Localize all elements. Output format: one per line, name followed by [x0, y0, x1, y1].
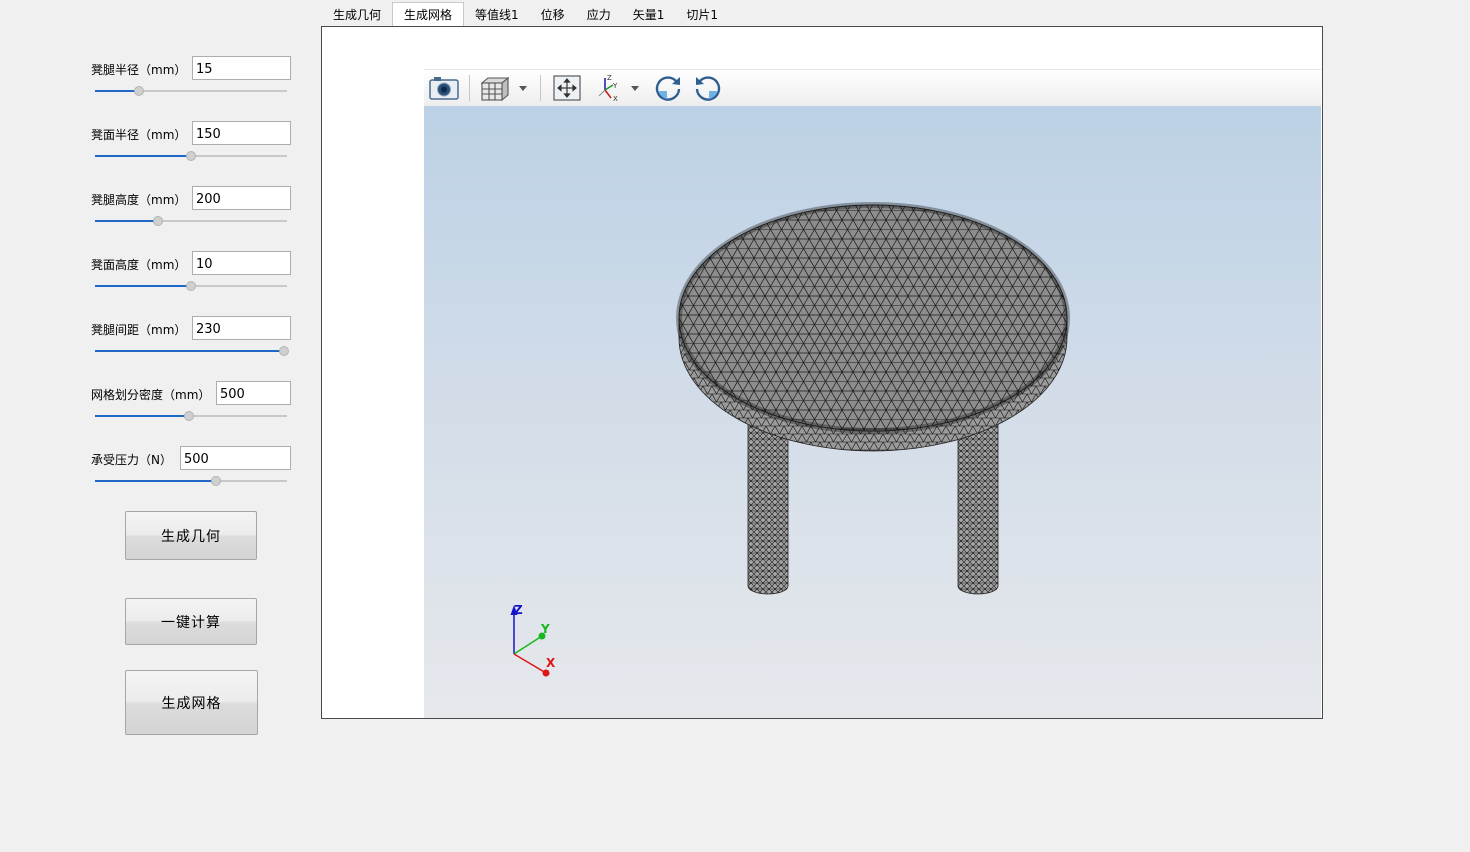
- viewer-toolbar: Z Y X: [424, 69, 1321, 107]
- param-label-mesh-density: 网格划分密度（mm）: [91, 388, 211, 402]
- stool-seat-top: [676, 202, 1070, 434]
- tab-displacement[interactable]: 位移: [530, 3, 576, 27]
- one-click-compute-button[interactable]: 一键计算: [125, 598, 257, 645]
- svg-text:X: X: [613, 95, 618, 103]
- param-label-seat-height: 凳面高度（mm）: [91, 258, 187, 272]
- leg-spacing-input[interactable]: [192, 316, 291, 340]
- leg-height-input[interactable]: [192, 186, 291, 210]
- axis-z-label: Z: [514, 603, 523, 617]
- generate-geometry-button[interactable]: 生成几何: [125, 511, 257, 560]
- param-label-leg-spacing: 凳腿间距（mm）: [91, 323, 187, 337]
- slider-handle[interactable]: [186, 151, 196, 161]
- seat-radius-slider[interactable]: [95, 150, 287, 162]
- axes-triad: Z Y X: [510, 603, 556, 677]
- tab-mesh[interactable]: 生成网格: [392, 2, 465, 27]
- slider-handle[interactable]: [134, 86, 145, 96]
- axes-orientation-icon[interactable]: Z Y X: [595, 73, 643, 103]
- tab-contour[interactable]: 等值线1: [464, 3, 530, 27]
- tab-geometry[interactable]: 生成几何: [322, 3, 392, 27]
- slider-handle[interactable]: [186, 281, 196, 291]
- seat-height-input[interactable]: [192, 251, 291, 275]
- result-tabbar: 生成几何 生成网格 等值线1 位移 应力 矢量1 切片1: [322, 2, 729, 27]
- tab-stress[interactable]: 应力: [576, 3, 622, 27]
- 3d-viewport[interactable]: Z Y X: [424, 106, 1321, 718]
- mesh-density-input[interactable]: [216, 381, 291, 405]
- load-slider[interactable]: [95, 475, 287, 487]
- stool-mesh-render: Z Y X: [510, 202, 1070, 677]
- fit-view-icon[interactable]: [551, 73, 583, 103]
- leg-height-slider[interactable]: [95, 215, 287, 227]
- slider-handle[interactable]: [279, 346, 289, 356]
- load-input[interactable]: [180, 446, 291, 470]
- param-label-leg-radius: 凳腿半径（mm）: [91, 63, 187, 77]
- axis-y-label: Y: [540, 622, 550, 636]
- view-panel: Z Y X Z Y X: [321, 26, 1323, 719]
- slider-handle[interactable]: [153, 216, 164, 226]
- rotate-cw-icon[interactable]: [651, 73, 685, 103]
- leg-radius-slider[interactable]: [95, 85, 287, 97]
- param-label-leg-height: 凳腿高度（mm）: [91, 193, 187, 207]
- tab-vector[interactable]: 矢量1: [622, 3, 676, 27]
- view-cube-icon[interactable]: [479, 73, 531, 103]
- rotate-ccw-icon[interactable]: [691, 73, 725, 103]
- camera-icon[interactable]: [427, 73, 461, 103]
- tab-slice[interactable]: 切片1: [675, 3, 729, 27]
- svg-text:Y: Y: [612, 82, 618, 90]
- param-label-seat-radius: 凳面半径（mm）: [91, 128, 187, 142]
- axis-x-label: X: [546, 656, 556, 670]
- generate-mesh-button[interactable]: 生成网格: [125, 670, 258, 735]
- seat-radius-input[interactable]: [192, 121, 291, 145]
- leg-radius-input[interactable]: [192, 56, 291, 80]
- slider-handle[interactable]: [184, 411, 195, 421]
- svg-text:Z: Z: [607, 74, 612, 82]
- param-label-load: 承受压力（N）: [91, 453, 172, 467]
- slider-handle[interactable]: [210, 476, 221, 486]
- seat-height-slider[interactable]: [95, 280, 287, 292]
- mesh-density-slider[interactable]: [95, 410, 287, 422]
- leg-spacing-slider[interactable]: [95, 345, 289, 357]
